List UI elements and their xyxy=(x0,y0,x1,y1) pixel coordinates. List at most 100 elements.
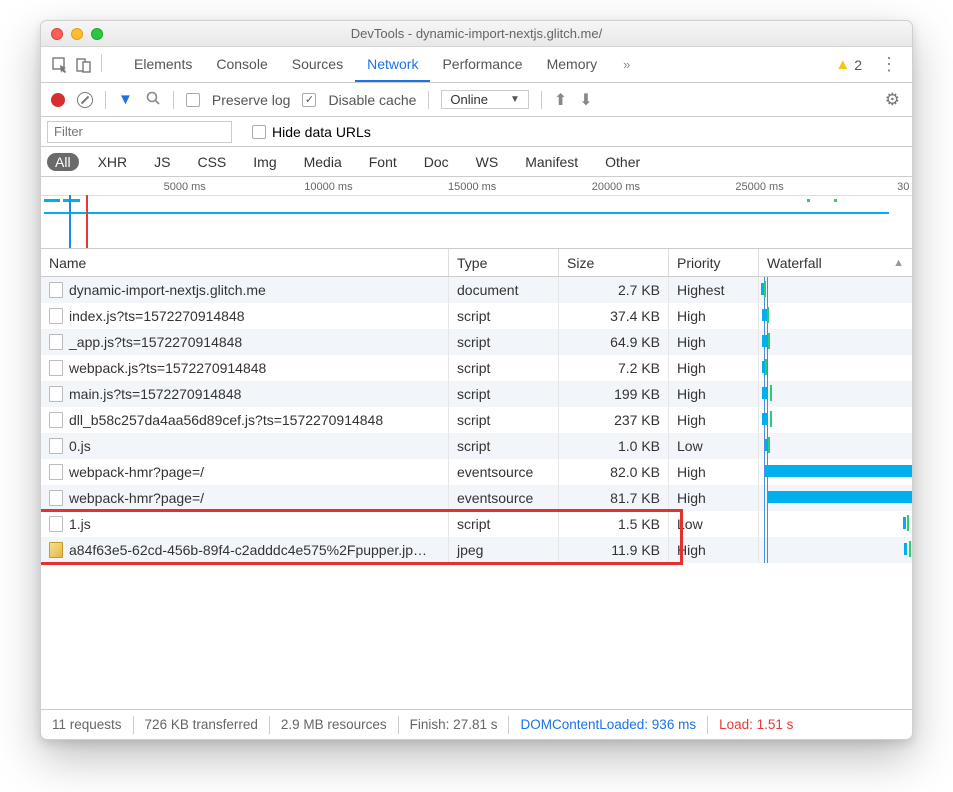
table-row[interactable]: dll_b58c257da4aa56d89cef.js?ts=157227091… xyxy=(41,407,912,433)
request-type: script xyxy=(449,511,559,537)
status-finish: Finish: 27.81 s xyxy=(399,717,509,732)
request-name: dll_b58c257da4aa56d89cef.js?ts=157227091… xyxy=(69,412,383,428)
tab-list: ElementsConsoleSourcesNetworkPerformance… xyxy=(122,48,609,82)
request-type: eventsource xyxy=(449,485,559,511)
tab-console[interactable]: Console xyxy=(204,48,279,82)
more-tabs-button[interactable]: » xyxy=(615,57,638,72)
document-file-icon xyxy=(49,386,63,402)
tab-elements[interactable]: Elements xyxy=(122,48,204,82)
table-row[interactable]: _app.js?ts=1572270914848script64.9 KBHig… xyxy=(41,329,912,355)
request-type: script xyxy=(449,303,559,329)
type-filter-img[interactable]: Img xyxy=(245,153,284,171)
search-icon[interactable] xyxy=(145,90,161,110)
column-header-type[interactable]: Type xyxy=(449,249,559,276)
waterfall-cell xyxy=(759,381,912,407)
request-name: index.js?ts=1572270914848 xyxy=(69,308,245,324)
request-size: 1.5 KB xyxy=(559,511,669,537)
document-file-icon xyxy=(49,334,63,350)
warnings-indicator[interactable]: ▲ 2 xyxy=(835,56,862,73)
tab-network[interactable]: Network xyxy=(355,48,430,82)
filter-input[interactable] xyxy=(47,121,232,143)
request-priority: Low xyxy=(669,433,759,459)
table-row[interactable]: webpack-hmr?page=/ eventsource81.7 KBHigh xyxy=(41,485,912,511)
table-row[interactable]: a84f63e5-62cd-456b-89f4-c2adddc4e575%2Fp… xyxy=(41,537,912,563)
type-filter-media[interactable]: Media xyxy=(296,153,350,171)
request-name: webpack.js?ts=1572270914848 xyxy=(69,360,266,376)
waterfall-cell xyxy=(759,355,912,381)
tab-performance[interactable]: Performance xyxy=(430,48,534,82)
status-bar: 11 requests 726 KB transferred 2.9 MB re… xyxy=(41,709,912,739)
type-filter-font[interactable]: Font xyxy=(361,153,405,171)
type-filter-all[interactable]: All xyxy=(47,153,79,171)
preserve-log-label: Preserve log xyxy=(212,92,291,108)
import-har-icon[interactable]: ⬆ xyxy=(554,90,567,110)
request-type: script xyxy=(449,407,559,433)
timeline-tick: 25000 ms xyxy=(735,181,783,193)
tab-memory[interactable]: Memory xyxy=(535,48,610,82)
preserve-log-checkbox[interactable] xyxy=(186,93,200,107)
main-tabs: ElementsConsoleSourcesNetworkPerformance… xyxy=(41,47,912,83)
waterfall-cell xyxy=(759,459,912,485)
request-size: 64.9 KB xyxy=(559,329,669,355)
column-header-waterfall[interactable]: Waterfall▲ xyxy=(759,249,912,276)
separator xyxy=(101,54,102,72)
request-priority: High xyxy=(669,303,759,329)
waterfall-cell xyxy=(759,433,912,459)
table-row[interactable]: main.js?ts=1572270914848script199 KBHigh xyxy=(41,381,912,407)
request-priority: High xyxy=(669,485,759,511)
network-settings-icon[interactable]: ⚙ xyxy=(885,90,902,110)
timeline-tick: 5000 ms xyxy=(164,181,206,193)
request-name: 1.js xyxy=(69,516,91,532)
devtools-window: DevTools - dynamic-import-nextjs.glitch.… xyxy=(40,20,913,740)
request-type: script xyxy=(449,381,559,407)
export-har-icon[interactable]: ⬇ xyxy=(579,90,592,110)
column-header-size[interactable]: Size xyxy=(559,249,669,276)
disable-cache-checkbox[interactable] xyxy=(302,93,316,107)
table-row[interactable]: 0.jsscript1.0 KBLow xyxy=(41,433,912,459)
type-filter-xhr[interactable]: XHR xyxy=(90,153,136,171)
record-button[interactable] xyxy=(51,93,65,107)
type-filter-other[interactable]: Other xyxy=(597,153,648,171)
inspector-icons xyxy=(49,54,106,76)
waterfall-cell xyxy=(759,329,912,355)
timeline-tick: 15000 ms xyxy=(448,181,496,193)
type-filter-ws[interactable]: WS xyxy=(468,153,507,171)
warning-count: 2 xyxy=(854,57,862,73)
document-file-icon xyxy=(49,464,63,480)
type-filter-js[interactable]: JS xyxy=(146,153,178,171)
request-priority: High xyxy=(669,381,759,407)
column-header-name[interactable]: Name xyxy=(41,249,449,276)
request-type: eventsource xyxy=(449,459,559,485)
type-filter-manifest[interactable]: Manifest xyxy=(517,153,586,171)
type-filter-doc[interactable]: Doc xyxy=(416,153,457,171)
request-name: webpack-hmr?page=/ xyxy=(69,464,204,480)
request-size: 81.7 KB xyxy=(559,485,669,511)
table-row[interactable]: webpack.js?ts=1572270914848script7.2 KBH… xyxy=(41,355,912,381)
overview-timeline[interactable]: 5000 ms10000 ms15000 ms20000 ms25000 ms3… xyxy=(41,177,912,249)
titlebar: DevTools - dynamic-import-nextjs.glitch.… xyxy=(41,21,912,47)
table-row[interactable]: dynamic-import-nextjs.glitch.medocument2… xyxy=(41,277,912,303)
table-row[interactable]: webpack-hmr?page=/eventsource82.0 KBHigh xyxy=(41,459,912,485)
device-toggle-icon[interactable] xyxy=(73,54,95,76)
waterfall-cell xyxy=(759,407,912,433)
settings-menu-button[interactable]: ⋮ xyxy=(868,54,904,75)
timeline-tick: 30 xyxy=(897,181,909,193)
table-body[interactable]: dynamic-import-nextjs.glitch.medocument2… xyxy=(41,277,912,709)
table-row[interactable]: index.js?ts=1572270914848script37.4 KBHi… xyxy=(41,303,912,329)
request-size: 82.0 KB xyxy=(559,459,669,485)
request-name: webpack-hmr?page=/ xyxy=(69,490,204,506)
document-file-icon xyxy=(49,412,63,428)
document-file-icon xyxy=(49,360,63,376)
filter-toggle-icon[interactable]: ▼ xyxy=(118,91,133,108)
request-size: 11.9 KB xyxy=(559,537,669,563)
inspect-element-icon[interactable] xyxy=(49,54,71,76)
tab-sources[interactable]: Sources xyxy=(280,48,355,82)
hide-data-urls-checkbox[interactable] xyxy=(252,125,266,139)
type-filter-css[interactable]: CSS xyxy=(189,153,234,171)
table-row[interactable]: 1.jsscript1.5 KBLow xyxy=(41,511,912,537)
hide-data-urls-label: Hide data URLs xyxy=(272,124,371,140)
clear-button[interactable] xyxy=(77,92,93,108)
throttling-select[interactable]: Online ▼ xyxy=(441,90,528,109)
request-name: dynamic-import-nextjs.glitch.me xyxy=(69,282,266,298)
column-header-priority[interactable]: Priority xyxy=(669,249,759,276)
